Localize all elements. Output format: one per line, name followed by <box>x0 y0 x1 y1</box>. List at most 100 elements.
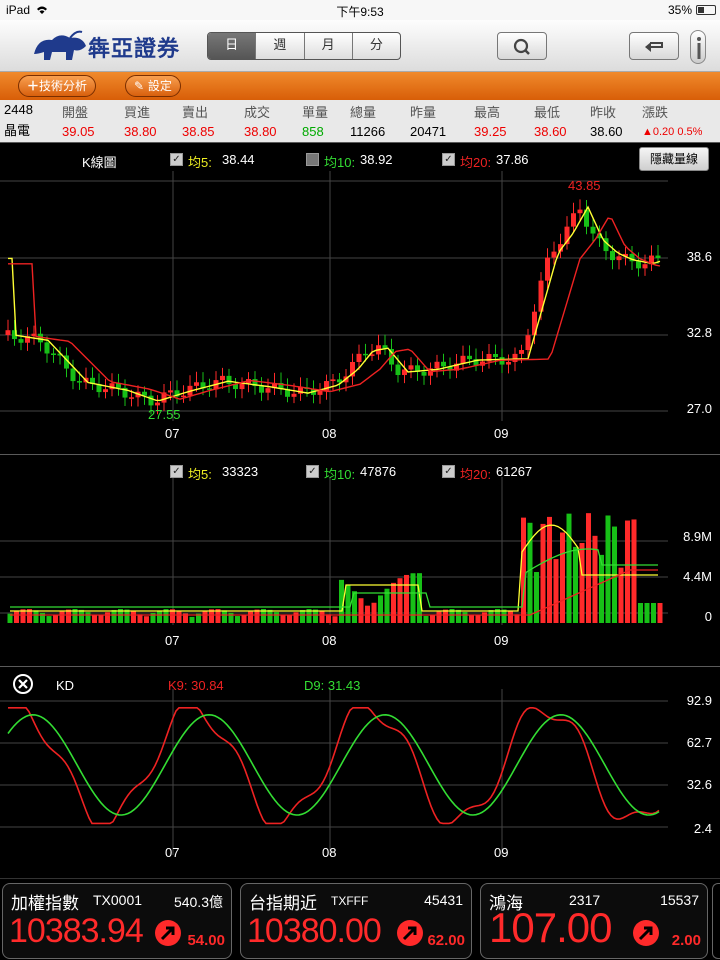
volume-bar <box>248 611 253 623</box>
volume-bar <box>651 603 656 623</box>
kline-y-tick: 38.6 <box>687 249 712 264</box>
volume-bar <box>566 513 572 623</box>
volume-bar <box>144 616 149 623</box>
candle-body <box>421 371 427 376</box>
index-card-taiex[interactable]: 加權指數 TX0001 540.3億 10383.94 54.00 <box>2 883 232 959</box>
card-volume: 15537 <box>660 892 699 908</box>
candle-body <box>181 395 186 398</box>
kline-ma10-label: 均10: <box>324 155 356 170</box>
brand-name: 犇亞證券 <box>88 36 181 62</box>
card-change: 54.00 <box>187 932 225 949</box>
volume-bar <box>404 574 409 623</box>
up-arrow-icon <box>633 920 659 946</box>
kd-y-tick: 62.7 <box>687 735 712 750</box>
quote-field-label: 開盤 <box>62 105 89 120</box>
volume-bar <box>14 610 19 623</box>
candle-body <box>51 353 56 355</box>
kd-y-tick: 2.4 <box>694 821 712 836</box>
candle-body <box>155 402 160 406</box>
volume-x-tick: 07 <box>165 633 179 648</box>
volume-bar <box>241 614 247 623</box>
candle-body <box>18 339 24 343</box>
quote-field: 昨量 20471 <box>410 102 446 139</box>
clock: 下午9:53 <box>336 5 384 19</box>
kline-low-mark: 27.55 <box>148 407 181 422</box>
volume-bar <box>319 611 325 623</box>
volume-bar <box>40 612 45 623</box>
segment-minute[interactable]: 分 <box>353 33 400 59</box>
close-kd-icon[interactable] <box>12 673 34 695</box>
quote-field-label: 買進 <box>124 105 151 120</box>
candle-body <box>317 390 323 395</box>
volume-bar <box>85 612 91 623</box>
stock-name: 晶電 <box>4 123 31 138</box>
settings-button[interactable]: ✎ 設定 <box>125 75 181 97</box>
volume-bar <box>274 612 279 623</box>
quote-field: 總量 11266 <box>350 102 385 139</box>
volume-y-tick: 0 <box>705 609 712 624</box>
quote-field-value: 20471 <box>410 124 447 139</box>
volume-bar <box>222 610 227 623</box>
hide-volume-button[interactable]: 隱藏量線 <box>639 147 709 171</box>
up-arrow-icon <box>397 920 423 946</box>
vol-ma5-checkbox[interactable]: ✓ <box>170 465 183 478</box>
volume-bar <box>423 615 429 623</box>
kline-x-tick: 09 <box>494 426 508 441</box>
app-window: { "status": {"device":"iPad","time":"下午9… <box>0 0 720 960</box>
candle-body <box>434 361 440 369</box>
volume-bar <box>488 610 494 623</box>
segment-day[interactable]: 日 <box>208 33 257 59</box>
card-name: 加權指數 <box>11 894 79 913</box>
volume-bar <box>53 614 58 623</box>
vol-ma20-label: 均20: <box>460 467 492 482</box>
candle-body <box>467 355 472 360</box>
volume-bar <box>371 602 377 623</box>
volume-bar <box>657 603 663 623</box>
volume-bar <box>59 611 65 623</box>
kline-chart: 38.6 32.8 27.0 07 08 09 43.85 27.55 <box>0 171 712 441</box>
ma10-checkbox[interactable] <box>306 153 319 166</box>
vol-ma10-checkbox[interactable]: ✓ <box>306 465 319 478</box>
volume-bar <box>553 559 559 623</box>
toolbar: ＋技術分析 ✎ 設定 <box>0 72 720 100</box>
kline-ma5-value: 38.44 <box>222 152 255 167</box>
vol-ma20-checkbox[interactable]: ✓ <box>442 465 455 478</box>
candle-body <box>395 364 401 376</box>
segment-week[interactable]: 週 <box>256 33 305 59</box>
volume-bar <box>157 610 162 623</box>
candle-body <box>168 390 173 393</box>
card-volume: 540.3億 <box>173 894 223 910</box>
quote-field-label: 總量 <box>350 105 377 120</box>
card-change: 2.00 <box>671 932 701 949</box>
next-card-peek[interactable] <box>712 883 720 959</box>
quote-field-value: 38.60 <box>534 124 567 139</box>
candle-body <box>642 264 648 269</box>
kline-panel: 38.6 32.8 27.0 07 08 09 43.85 27.55 <box>0 142 720 450</box>
candle-body <box>129 397 134 399</box>
ma20-checkbox[interactable]: ✓ <box>442 153 455 166</box>
volume-chart: 8.9M 4.4M 0 07 08 09 <box>0 477 712 648</box>
search-button[interactable] <box>497 32 547 60</box>
volume-bar <box>33 610 39 623</box>
kd-y-tick: 32.6 <box>687 777 712 792</box>
volume-bar <box>105 612 110 623</box>
index-card-hon-hai[interactable]: 鴻海 2317 15537 107.00 2.00 <box>480 883 708 959</box>
quote-field: 最高 39.25 <box>474 102 507 139</box>
volume-bar <box>79 609 84 623</box>
quote-field-value: 38.80 <box>124 124 157 139</box>
info-icon <box>697 37 701 59</box>
candle-body <box>636 261 641 269</box>
candle-body <box>70 368 76 382</box>
ma5-checkbox[interactable]: ✓ <box>170 153 183 166</box>
technical-analysis-button[interactable]: ＋技術分析 <box>18 75 97 97</box>
index-card-futures[interactable]: 台指期近 TXFFF 45431 10380.00 62.00 <box>240 883 472 959</box>
kd-panel: 92.9 62.7 32.6 2.4 07 08 09 <box>0 666 720 872</box>
battery-percent: 35% <box>667 3 692 17</box>
candle-body <box>44 342 50 354</box>
segment-month[interactable]: 月 <box>305 33 353 59</box>
card-price: 10380.00 <box>247 912 382 950</box>
technical-analysis-label: 技術分析 <box>39 79 88 93</box>
volume-bar <box>462 612 468 623</box>
back-button[interactable] <box>629 32 679 60</box>
info-toggle-button[interactable] <box>690 30 706 64</box>
